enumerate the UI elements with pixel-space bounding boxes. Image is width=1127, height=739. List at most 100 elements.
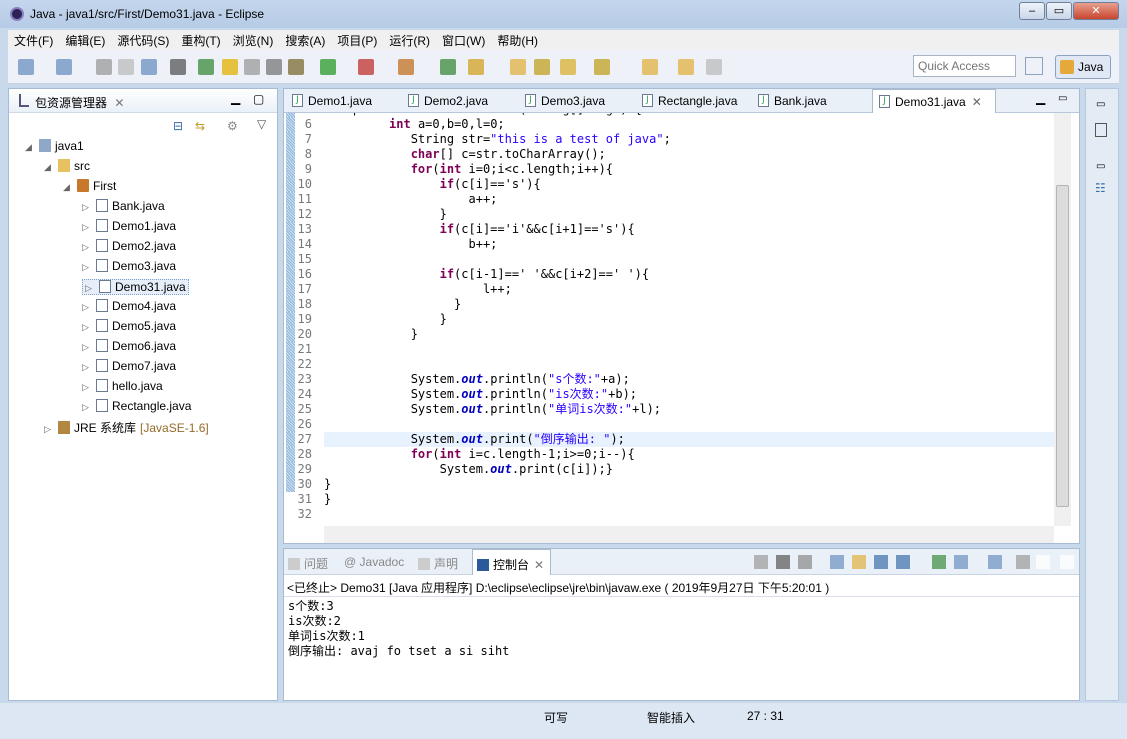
toolbar-icon[interactable] bbox=[18, 59, 34, 75]
tree-item[interactable]: ◢ First bbox=[63, 179, 116, 193]
code-line[interactable] bbox=[324, 342, 1054, 357]
console-tab[interactable]: 问题 bbox=[288, 555, 328, 572]
expand-arrow-icon[interactable]: ▷ bbox=[44, 424, 58, 435]
expand-arrow-icon[interactable]: ◢ bbox=[44, 162, 58, 173]
console-toolbar-icon[interactable] bbox=[1036, 555, 1050, 569]
toolbar-icon[interactable] bbox=[468, 59, 484, 75]
collapse-all-icon[interactable]: ⊟ bbox=[173, 119, 183, 133]
console-toolbar-icon[interactable] bbox=[830, 555, 844, 569]
toolbar-icon[interactable] bbox=[141, 59, 157, 75]
editor-tab[interactable]: J Demo3.java bbox=[519, 89, 631, 113]
toolbar-icon[interactable] bbox=[534, 59, 550, 75]
toolbar-icon[interactable] bbox=[706, 59, 722, 75]
menu-item[interactable]: 编辑(E) bbox=[59, 30, 111, 51]
tree-item[interactable]: ▷ Demo3.java bbox=[82, 259, 176, 273]
code-area[interactable]: 5 public static void main(String[] args)… bbox=[284, 113, 1054, 526]
close-button[interactable]: ✕ bbox=[1073, 2, 1119, 20]
console-tab[interactable]: @ Javadoc bbox=[344, 555, 404, 569]
expand-arrow-icon[interactable]: ▷ bbox=[82, 322, 96, 333]
toolbar-icon[interactable] bbox=[198, 59, 214, 75]
minimize-editor-icon[interactable]: ▁ bbox=[1036, 91, 1045, 105]
editor-tab[interactable]: J Bank.java bbox=[752, 89, 864, 113]
toolbar-icon[interactable] bbox=[320, 59, 336, 75]
editor-tab[interactable]: J Demo2.java bbox=[402, 89, 514, 113]
toolbar-icon[interactable] bbox=[288, 59, 304, 75]
console-toolbar-icon[interactable] bbox=[754, 555, 768, 569]
editor-tab[interactable]: J Demo1.java bbox=[286, 89, 398, 113]
maximize-button[interactable]: ▭ bbox=[1046, 2, 1072, 20]
filter-icon[interactable]: ⚙ bbox=[227, 119, 238, 133]
console-toolbar-icon[interactable] bbox=[1016, 555, 1030, 569]
tree-item-jre[interactable]: ▷ JRE 系统库 [JavaSE-1.6] bbox=[44, 419, 209, 436]
code-line[interactable]: } bbox=[324, 312, 1054, 327]
toolbar-icon[interactable] bbox=[594, 59, 610, 75]
console-toolbar-icon[interactable] bbox=[896, 555, 910, 569]
maximize-view-icon[interactable]: ▢ bbox=[253, 92, 264, 106]
close-tab-icon[interactable]: ✕ bbox=[972, 95, 982, 109]
java-perspective-button[interactable]: Java bbox=[1055, 55, 1111, 79]
toolbar-icon[interactable] bbox=[678, 59, 694, 75]
console-toolbar-icon[interactable] bbox=[988, 555, 1002, 569]
code-line[interactable]: System.out.println("is次数:"+b); bbox=[324, 387, 1054, 402]
expand-arrow-icon[interactable]: ▷ bbox=[82, 202, 96, 213]
code-line[interactable]: } bbox=[324, 477, 1054, 492]
code-line[interactable]: } bbox=[324, 207, 1054, 222]
code-line[interactable]: System.out.println("s个数:"+a); bbox=[324, 372, 1054, 387]
toolbar-icon[interactable] bbox=[56, 59, 72, 75]
expand-arrow-icon[interactable]: ▷ bbox=[82, 222, 96, 233]
minimize-button[interactable]: – bbox=[1019, 2, 1045, 20]
toolbar-icon[interactable] bbox=[170, 59, 186, 75]
toolbar-icon[interactable] bbox=[398, 59, 414, 75]
expand-arrow-icon[interactable]: ▷ bbox=[82, 342, 96, 353]
code-line[interactable]: int a=0,b=0,l=0; bbox=[324, 117, 1054, 132]
code-line[interactable]: } bbox=[324, 297, 1054, 312]
task-list-icon[interactable]: ☷ bbox=[1095, 181, 1106, 195]
toolbar-icon[interactable] bbox=[96, 59, 112, 75]
tree-item[interactable]: ▷ Demo5.java bbox=[82, 319, 176, 333]
view-menu-icon[interactable]: ▽ bbox=[257, 117, 266, 131]
menu-item[interactable]: 窗口(W) bbox=[436, 30, 491, 51]
menu-item[interactable]: 搜索(A) bbox=[279, 30, 331, 51]
code-line[interactable]: char[] c=str.toCharArray(); bbox=[324, 147, 1054, 162]
code-line[interactable] bbox=[324, 507, 1054, 522]
toolbar-icon[interactable] bbox=[358, 59, 374, 75]
code-line[interactable]: a++; bbox=[324, 192, 1054, 207]
toolbar-icon[interactable] bbox=[244, 59, 260, 75]
tree-item[interactable]: ▷ Demo7.java bbox=[82, 359, 176, 373]
code-line[interactable]: } bbox=[324, 492, 1054, 507]
code-line[interactable]: b++; bbox=[324, 237, 1054, 252]
expand-arrow-icon[interactable]: ▷ bbox=[82, 242, 96, 253]
code-line[interactable]: System.out.println("单词is次数:"+l); bbox=[324, 402, 1054, 417]
code-line[interactable]: String str="this is a test of java"; bbox=[324, 132, 1054, 147]
tree-item[interactable]: ▷ Demo31.java bbox=[82, 279, 189, 295]
menu-item[interactable]: 文件(F) bbox=[8, 30, 59, 51]
code-line[interactable]: for(int i=c.length-1;i>=0;i--){ bbox=[324, 447, 1054, 462]
tree-item[interactable]: ◢ src bbox=[44, 159, 90, 173]
console-toolbar-icon[interactable] bbox=[932, 555, 946, 569]
outline-view-icon[interactable] bbox=[1095, 123, 1107, 137]
expand-arrow-icon[interactable]: ▷ bbox=[85, 283, 99, 294]
expand-arrow-icon[interactable]: ◢ bbox=[25, 142, 39, 153]
console-toolbar-icon[interactable] bbox=[798, 555, 812, 569]
expand-arrow-icon[interactable]: ▷ bbox=[82, 402, 96, 413]
code-line[interactable] bbox=[324, 252, 1054, 267]
link-with-editor-icon[interactable]: ⇆ bbox=[195, 119, 205, 133]
horizontal-scrollbar[interactable] bbox=[324, 526, 1054, 543]
menu-item[interactable]: 项目(P) bbox=[331, 30, 383, 51]
code-line[interactable]: System.out.print("倒序输出: "); bbox=[324, 432, 1054, 447]
open-perspective-icon[interactable] bbox=[1025, 57, 1043, 75]
code-line[interactable]: l++; bbox=[324, 282, 1054, 297]
console-toolbar-icon[interactable] bbox=[852, 555, 866, 569]
tree-item[interactable]: ▷ Demo6.java bbox=[82, 339, 176, 353]
toolbar-icon[interactable] bbox=[222, 59, 238, 75]
minimize-view-icon[interactable]: ▁ bbox=[231, 91, 240, 105]
code-line[interactable]: if(c[i-1]==' '&&c[i+2]==' '){ bbox=[324, 267, 1054, 282]
editor-tab[interactable]: J Rectangle.java bbox=[636, 89, 748, 113]
close-tab-icon[interactable]: ✕ bbox=[534, 558, 544, 572]
code-line[interactable] bbox=[324, 417, 1054, 432]
tree-item[interactable]: ▷ Demo1.java bbox=[82, 219, 176, 233]
menu-item[interactable]: 帮助(H) bbox=[491, 30, 544, 51]
code-line[interactable] bbox=[324, 357, 1054, 372]
close-view-icon[interactable]: ✕ bbox=[114, 96, 124, 110]
vertical-scrollbar[interactable] bbox=[1054, 113, 1071, 526]
